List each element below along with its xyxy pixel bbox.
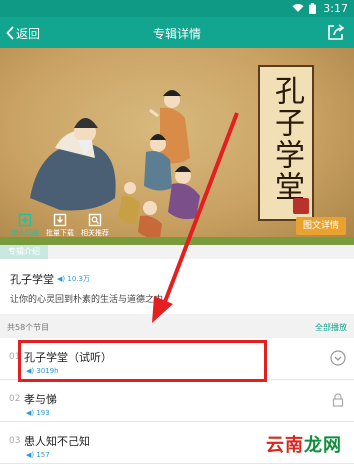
episode-plays: ◀) 193: [26, 409, 50, 417]
play-count-value: 10.3万: [67, 275, 90, 283]
annotation-highlight-box: [18, 340, 267, 382]
episode-title: 孝与悌: [24, 393, 57, 406]
download-circle-icon[interactable]: [330, 350, 346, 366]
graphic-detail-button[interactable]: 图文详情: [296, 217, 346, 235]
tab-album-intro[interactable]: 专辑介绍: [0, 245, 48, 259]
share-icon[interactable]: [327, 23, 345, 41]
play-all-button[interactable]: 全部播放: [315, 322, 347, 333]
seal-stamp: [293, 198, 309, 214]
episode-row[interactable]: 02 孝与悌 ◀) 193: [0, 380, 354, 422]
episode-count: 共58个节目: [7, 323, 50, 332]
album-title: 孔子学堂: [10, 273, 54, 286]
banner-stripe: [0, 237, 354, 245]
scroll-title: 孔子学堂: [269, 75, 304, 203]
intro-tab-bar: 专辑介绍: [0, 245, 354, 259]
album-description: 让你的心灵回到朴素的生活与道德之中: [10, 295, 164, 305]
episode-title: 患人知不己知: [24, 435, 90, 448]
page-title: 专辑详情: [152, 27, 201, 41]
album-play-count: ◀) 10.3万: [57, 274, 90, 284]
download-icon: [53, 213, 67, 227]
album-cover-banner: 孔子学堂 图文详情 加入订阅 批量下载 相关推荐: [0, 48, 354, 245]
title-bar: 返回 专辑详情: [0, 17, 354, 48]
battery-icon: [309, 3, 316, 14]
recommend-icon: [88, 213, 102, 227]
status-time: 3:17: [323, 2, 348, 15]
episode-plays: ◀) 157: [26, 451, 50, 459]
episode-list-header: 共58个节目 全部播放: [0, 314, 354, 338]
wifi-icon: [292, 4, 304, 12]
lock-icon: [332, 393, 344, 407]
episode-number: 02: [9, 394, 21, 404]
status-bar: 3:17: [0, 0, 354, 17]
play-count-icon: ◀): [57, 275, 66, 283]
subscribe-icon: [18, 213, 32, 227]
episode-number: 03: [9, 436, 21, 446]
watermark: 云南龙网: [262, 429, 346, 459]
